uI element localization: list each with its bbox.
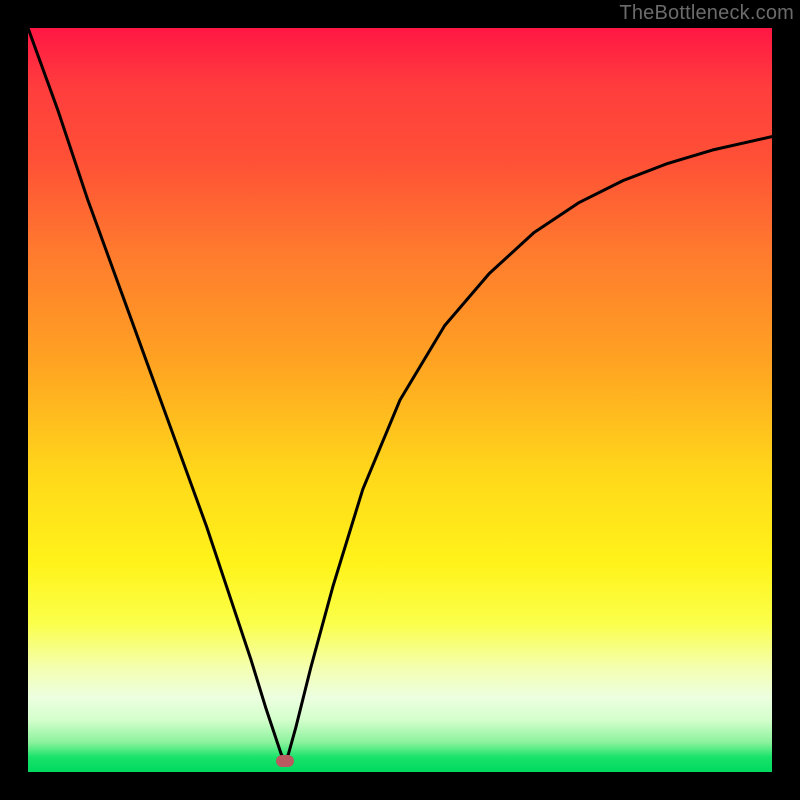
bottleneck-curve [28,28,772,761]
curve-layer [28,28,772,772]
minimum-marker [276,755,294,767]
chart-frame: TheBottleneck.com [0,0,800,800]
plot-area [28,28,772,772]
watermark-text: TheBottleneck.com [619,2,794,25]
